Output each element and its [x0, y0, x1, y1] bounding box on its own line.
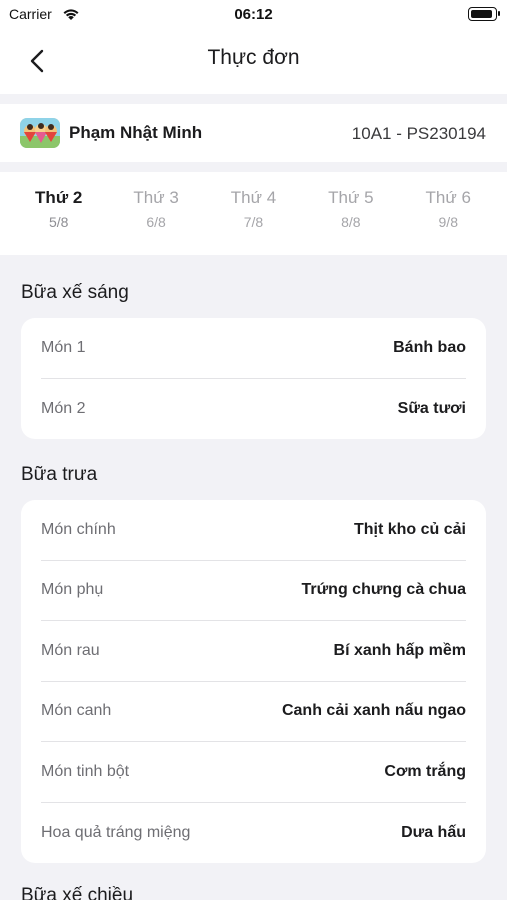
menu-row: Món 1 Bánh bao: [41, 318, 466, 379]
dish-name: Bí xanh hấp mềm: [333, 641, 466, 659]
day-tab-thu-2[interactable]: Thứ 2 5/8: [21, 172, 97, 255]
dish-label: Món canh: [41, 702, 112, 720]
dish-label: Món phụ: [41, 581, 104, 599]
dish-label: Món rau: [41, 641, 100, 659]
menu-row: Món chính Thịt kho củ cải: [41, 500, 466, 561]
day-name: Thứ 6: [425, 188, 471, 207]
day-date: 9/8: [438, 214, 458, 230]
menu-row: Món 2 Sữa tươi: [41, 379, 466, 440]
menu-row: Món rau Bí xanh hấp mềm: [41, 621, 466, 682]
dish-label: Hoa quả tráng miệng: [41, 823, 191, 841]
dish-name: Thịt kho củ cải: [353, 520, 466, 538]
dish-label: Món chính: [41, 520, 116, 538]
day-date: 8/8: [341, 214, 361, 230]
dish-label: Món 2: [41, 399, 86, 417]
dish-label: Món tinh bột: [41, 762, 130, 780]
day-date: 7/8: [243, 214, 264, 230]
menu-row: Hoa quả tráng miệng Dưa hấu: [41, 803, 466, 864]
dish-name: Sữa tươi: [397, 399, 466, 417]
status-bar: Carrier 06:12: [0, 0, 507, 30]
day-date: 5/8: [48, 214, 69, 230]
student-class-code: 10A1 - PS230194: [351, 124, 486, 143]
clock-time: 06:12: [234, 6, 273, 23]
day-name: Thứ 5: [328, 188, 374, 207]
dish-name: Trứng chưng cà chua: [301, 581, 466, 599]
student-name: Phạm Nhật Minh: [69, 123, 203, 142]
battery-icon: [468, 7, 500, 21]
dish-name: Dưa hấu: [401, 823, 466, 841]
day-name: Thứ 3: [133, 188, 179, 207]
day-tab-thu-4[interactable]: Thứ 4 7/8: [215, 172, 291, 255]
dish-name: Bánh bao: [393, 338, 466, 356]
day-tab-thu-6[interactable]: Thứ 6 9/8: [410, 172, 486, 255]
dish-name: Canh cải xanh nấu ngao: [281, 702, 466, 720]
dish-label: Món 1: [41, 338, 86, 356]
menu-row: Món tinh bột Cơm trắng: [41, 742, 466, 803]
menu-card-morning-snack: Món 1 Bánh bao Món 2 Sữa tươi: [21, 318, 486, 439]
nav-header: Thực đơn: [0, 30, 507, 94]
page-title: Thực đơn: [207, 46, 300, 69]
section-title-morning-snack: Bữa xế sáng: [21, 282, 129, 303]
menu-card-lunch: Món chính Thịt kho củ cải Món phụ Trứng …: [21, 500, 486, 863]
day-tab-thu-3[interactable]: Thứ 3 6/8: [118, 172, 194, 255]
day-name: Thứ 2: [35, 188, 83, 207]
day-name: Thứ 4: [230, 188, 277, 207]
section-title-afternoon-snack: Bữa xế chiều: [21, 885, 134, 900]
day-tabs: Thứ 2 5/8 Thứ 3 6/8 Thứ 4 7/8 Thứ 5 8/8 …: [0, 172, 507, 255]
avatar: [20, 118, 60, 148]
dish-name: Cơm trắng: [384, 762, 466, 780]
student-info: Phạm Nhật Minh 10A1 - PS230194: [0, 104, 507, 162]
day-date: 6/8: [146, 214, 166, 230]
menu-row: Món phụ Trứng chưng cà chua: [41, 561, 466, 621]
menu-row: Món canh Canh cải xanh nấu ngao: [41, 682, 466, 742]
section-title-lunch: Bữa trưa: [21, 464, 98, 485]
day-tab-thu-5[interactable]: Thứ 5 8/8: [313, 172, 389, 255]
